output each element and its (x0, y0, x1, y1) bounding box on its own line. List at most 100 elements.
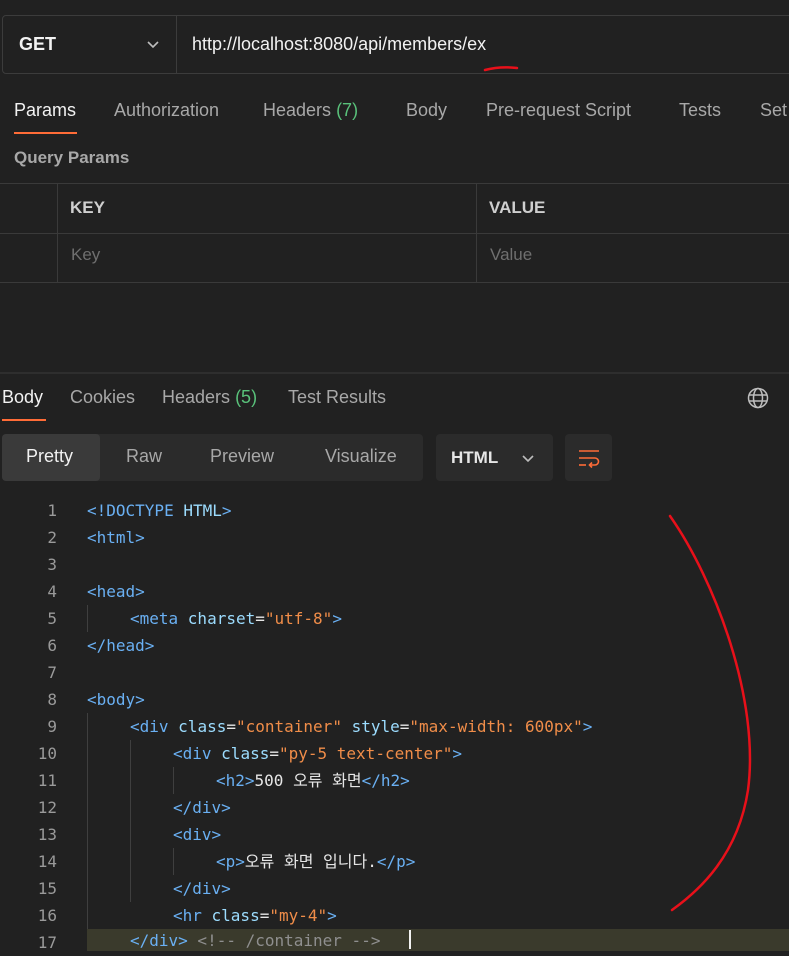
code-token: "max-width: 600px" (409, 717, 583, 736)
response-tab-headers[interactable]: Headers (5) (162, 387, 257, 408)
code-line: </div> (173, 875, 231, 902)
code-token: class (221, 744, 270, 763)
code-token: > (452, 744, 463, 763)
code-token: = (226, 717, 236, 736)
code-token: <p> (216, 852, 245, 871)
code-token: class (211, 906, 260, 925)
code-token: <h2> (216, 771, 255, 790)
line-number: 9 (47, 717, 57, 736)
code-token: = (255, 609, 265, 628)
line-number: 17 (37, 933, 57, 952)
pane-resize-handle[interactable] (0, 372, 789, 374)
line-number: 1 (47, 501, 57, 520)
code-token: <div> (173, 825, 222, 844)
code-token: style (351, 717, 400, 736)
code-token: "container" (235, 717, 342, 736)
line-number: 13 (37, 825, 57, 844)
code-token: <head> (87, 582, 145, 601)
line-number: 4 (47, 582, 57, 601)
view-mode-pretty-label: Pretty (26, 446, 74, 466)
chevron-down-icon (520, 450, 536, 471)
view-mode-raw[interactable]: Raw (126, 446, 162, 467)
indent-guide (87, 605, 88, 632)
tab-pre-request-script[interactable]: Pre-request Script (486, 100, 631, 121)
table-divider (476, 183, 477, 283)
code-token: <!DOCTYPE (87, 501, 184, 520)
code-token: </div> (173, 798, 231, 817)
line-number: 16 (37, 906, 57, 925)
response-body-editor[interactable]: 1 2 3 4 5 6 7 8 9 10 11 12 13 14 15 16 17 <!DOCTYPE HTML… (0, 497, 789, 952)
code-token: > (327, 906, 337, 925)
line-number: 11 (37, 771, 57, 790)
tab-body[interactable]: Body (406, 100, 447, 121)
response-tab-test-results[interactable]: Test Results (288, 387, 386, 408)
line-number: 12 (37, 798, 57, 817)
tab-authorization[interactable]: Authorization (114, 100, 219, 121)
line-number: 5 (47, 609, 57, 628)
code-line: <div class="container" style="max-width:… (130, 713, 592, 740)
tab-headers[interactable]: Headers (7) (263, 100, 358, 121)
code-token: <!-- /container --> (187, 931, 381, 950)
code-token: </head> (87, 636, 155, 655)
view-mode-pretty[interactable]: Pretty (2, 434, 100, 481)
code-line: </head> (87, 632, 154, 659)
view-mode-preview[interactable]: Preview (210, 446, 274, 467)
code-line: <p>오류 화면 입니다.</p> (216, 848, 415, 875)
code-token: </h2> (361, 771, 410, 790)
table-border (0, 183, 789, 184)
key-input[interactable]: Key (71, 245, 100, 265)
code-token: 오류 화면 입니다. (244, 852, 377, 871)
table-divider (57, 183, 58, 283)
value-input[interactable]: Value (490, 245, 532, 265)
code-token: class (178, 717, 227, 736)
line-number: 14 (37, 852, 57, 871)
response-headers-count-badge: (5) (235, 387, 258, 407)
indent-guide (87, 713, 88, 929)
line-number: 15 (37, 879, 57, 898)
format-select[interactable]: HTML (436, 434, 553, 481)
line-number: 6 (47, 636, 57, 655)
code-line: <meta charset="utf-8"> (130, 605, 342, 632)
code-line: <div class="py-5 text-center"> (173, 740, 462, 767)
view-mode-visualize[interactable]: Visualize (325, 446, 397, 467)
url-input[interactable]: http://localhost:8080/api/members/ex (192, 34, 486, 55)
wrap-lines-button[interactable] (565, 434, 612, 481)
view-mode-selector: Pretty Raw Preview Visualize (2, 434, 423, 481)
code-token: 500 오류 화면 (254, 771, 362, 790)
code-token: </div> (173, 879, 231, 898)
code-token: "my-4" (269, 906, 328, 925)
code-token: > (221, 501, 232, 520)
code-line: <h2>500 오류 화면</h2> (216, 767, 410, 794)
tab-settings[interactable]: Set (760, 100, 787, 121)
headers-count-badge: (7) (336, 100, 359, 120)
url-bar: GET http://localhost:8080/api/members/ex (2, 15, 789, 74)
code-line: <hr class="my-4"> (173, 902, 337, 929)
response-tab-body[interactable]: Body (2, 387, 43, 408)
method-select[interactable]: GET (3, 16, 177, 73)
code-token: HTML (183, 501, 222, 520)
query-params-title: Query Params (14, 148, 130, 167)
code-token: <meta (130, 609, 188, 628)
code-line: <div> (173, 821, 221, 848)
code-line: </div> <!-- /container --> (130, 927, 380, 954)
code-line: <html> (87, 524, 145, 551)
response-tab-cookies[interactable]: Cookies (70, 387, 135, 408)
table-border (0, 233, 789, 234)
code-token: charset (187, 609, 256, 628)
code-token: > (582, 717, 593, 736)
format-label: HTML (451, 448, 499, 467)
code-token: <body> (87, 690, 145, 709)
tab-tests[interactable]: Tests (679, 100, 721, 121)
tab-params[interactable]: Params (14, 100, 76, 121)
globe-icon[interactable] (746, 386, 770, 415)
text-caret (409, 930, 411, 949)
code-token: <html> (87, 528, 145, 547)
wrap-lines-icon (577, 446, 601, 475)
value-column-header: VALUE (489, 198, 546, 217)
tab-headers-label: Headers (263, 100, 332, 120)
code-token: <div (130, 717, 179, 736)
code-line: <head> (87, 578, 145, 605)
line-number: 2 (47, 528, 57, 547)
indent-guide (130, 740, 131, 902)
